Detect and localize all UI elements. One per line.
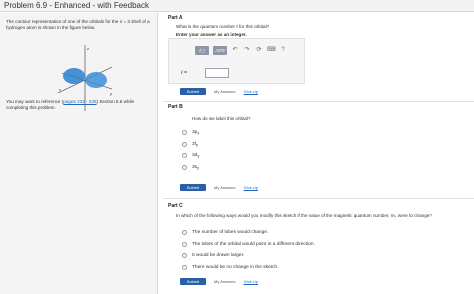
problem-header: Problem 6.9 - Enhanced - with Feedback [0, 0, 474, 12]
greek-symbols-button[interactable]: ΑΣΦ [213, 46, 227, 55]
option-subscript: y [197, 164, 200, 170]
part-c-my-answers-link[interactable]: My Answers [214, 279, 236, 284]
part-a-actions: Submit My Answers Give Up [180, 88, 258, 95]
keyboard-icon[interactable]: ⌨ [267, 46, 276, 55]
part-a-question: What is the quantum number ℓ for this or… [176, 24, 270, 29]
part-b-actions: Submit My Answers Give Up [180, 184, 258, 191]
part-a-my-answers-link[interactable]: My Answers [214, 89, 236, 94]
radio-button[interactable] [182, 141, 187, 147]
problem-statement-panel: The contour representation of one of the… [0, 13, 158, 294]
radio-button[interactable] [182, 230, 187, 236]
part-b-options: 3p y 3f y 3d y 3s y [182, 127, 199, 173]
option-label: It would be drawn larger. [192, 253, 245, 259]
math-toolbar: √▢ ΑΣΦ ↶ ↷ ⟳ ⌨ ? [195, 46, 287, 55]
part-c-give-up-link[interactable]: Give Up [244, 279, 258, 284]
reference-pages-link[interactable]: pages 232 - 235 [63, 99, 96, 104]
reference-prefix: You may want to reference ( [6, 99, 64, 104]
part-b-submit-button[interactable]: Submit [180, 184, 206, 191]
part-c-submit-button[interactable]: Submit [180, 278, 206, 285]
option-label: The number of lobes would change. [192, 230, 269, 236]
part-c-option-2[interactable]: The lobes of the orbital would point in … [182, 239, 315, 251]
radio-button[interactable] [182, 153, 187, 159]
part-a-submit-button[interactable]: Submit [180, 88, 206, 95]
radio-button[interactable] [182, 130, 187, 136]
radio-button[interactable] [182, 164, 187, 170]
ell-answer-input[interactable] [205, 68, 229, 78]
radio-button[interactable] [182, 241, 187, 247]
option-subscript: y [197, 153, 200, 159]
redo-icon[interactable]: ↷ [243, 46, 251, 55]
part-b-option-1[interactable]: 3p y [182, 127, 199, 139]
option-label: The lobes of the orbital would point in … [192, 241, 315, 247]
templates-button[interactable]: √▢ [195, 46, 209, 55]
orbital-lobe-positive [85, 72, 107, 88]
reference-note: You may want to reference (pages 232 - 2… [6, 99, 154, 111]
option-label: There would be no change in the sketch. [192, 264, 279, 270]
part-b-option-4[interactable]: 3s y [182, 162, 199, 174]
part-b-my-answers-link[interactable]: My Answers [214, 185, 236, 190]
part-c-options: The number of lobes would change. The lo… [182, 227, 315, 273]
part-c-option-4[interactable]: There would be no change in the sketch. [182, 262, 315, 274]
part-c-question: In which of the following ways would you… [176, 213, 432, 218]
part-c-option-1[interactable]: The number of lobes would change. [182, 227, 315, 239]
help-button[interactable]: ? [279, 46, 287, 55]
ell-field-label: ℓ = [181, 70, 187, 76]
option-subscript: y [196, 141, 199, 147]
problem-title: Problem 6.9 - Enhanced - with Feedback [4, 1, 149, 10]
z-axis-label: z [87, 46, 89, 51]
part-divider [163, 198, 474, 199]
part-b-option-3[interactable]: 3d y [182, 150, 199, 162]
orbital-lobe-negative [63, 68, 85, 84]
reset-icon[interactable]: ⟳ [255, 46, 263, 55]
part-a-give-up-link[interactable]: Give Up [244, 89, 258, 94]
part-b-option-2[interactable]: 3f y [182, 139, 199, 151]
part-b-label: Part B [168, 104, 183, 110]
part-b-question: How do we label this orbital? [192, 116, 251, 121]
part-c-actions: Submit My Answers Give Up [180, 278, 258, 285]
part-a-label: Part A [168, 15, 183, 21]
part-a-answer-box: √▢ ΑΣΦ ↶ ↷ ⟳ ⌨ ? ℓ = [168, 38, 305, 84]
option-subscript: y [197, 130, 200, 136]
undo-icon[interactable]: ↶ [231, 46, 239, 55]
part-divider [163, 101, 474, 102]
radio-button[interactable] [182, 253, 187, 259]
x-axis-label: x [59, 87, 61, 92]
problem-intro: The contour representation of one of the… [6, 19, 150, 30]
part-a-instruction: Enter your answer as an integer. [176, 32, 247, 37]
part-b-give-up-link[interactable]: Give Up [244, 185, 258, 190]
radio-button[interactable] [182, 264, 187, 270]
y-axis-label: y [110, 91, 112, 96]
part-c-label: Part C [168, 203, 183, 209]
part-c-option-3[interactable]: It would be drawn larger. [182, 250, 315, 262]
